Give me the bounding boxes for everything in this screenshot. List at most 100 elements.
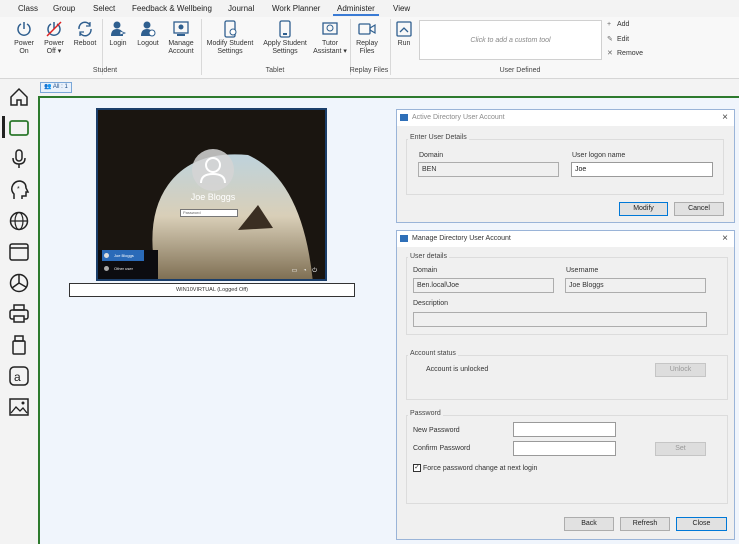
user-defined-group-label: User Defined — [499, 67, 541, 74]
manage-account-button[interactable]: Manage Account — [164, 20, 198, 56]
tab-class[interactable]: Class — [18, 4, 38, 13]
tab-feedback-wellbeing[interactable]: Feedback & Wellbeing — [132, 4, 212, 13]
modify-settings-icon — [224, 20, 237, 38]
username-label: Username — [566, 267, 599, 274]
close-icon[interactable]: × — [722, 110, 728, 126]
confirm-password-field[interactable] — [513, 441, 616, 456]
user-logon-name-field[interactable]: Joe — [571, 162, 713, 177]
tab-view[interactable]: View — [393, 4, 410, 13]
account-status-text: Account is unlocked — [426, 366, 489, 373]
thumbnail-caption: WIN10VIRTUAL (Logged Off) — [69, 283, 355, 297]
lock-screen-system-icons: ▭ ◔ ⏻ — [291, 268, 319, 274]
login-icon — [111, 21, 127, 36]
group-filter-badge[interactable]: 👥 All : 1 — [40, 82, 72, 93]
modify-student-settings-button[interactable]: Modify Student Settings — [203, 20, 257, 56]
active-directory-dialog: Active Directory User Account × Enter Us… — [396, 109, 735, 223]
active-tab-indicator — [333, 14, 379, 16]
section-heading: Account status — [408, 350, 458, 357]
run-button[interactable]: Run — [392, 20, 416, 48]
apply-student-settings-button[interactable]: Apply Student Settings — [260, 20, 310, 56]
menu-bar: Class Group Select Feedback & Wellbeing … — [0, 0, 739, 17]
description-label: Description — [413, 300, 449, 307]
apply-settings-icon — [279, 20, 291, 38]
login-button[interactable]: Login — [104, 20, 132, 48]
lock-screen-user-name: Joe Bloggs — [190, 192, 236, 202]
power-off-icon — [46, 21, 62, 37]
section-heading: Enter User Details — [408, 134, 469, 141]
tab-select[interactable]: Select — [93, 4, 115, 13]
users-icon: 👥 — [44, 84, 52, 90]
power-off-button[interactable]: Power Off ▾ — [38, 20, 70, 56]
svg-text:a: a — [14, 370, 21, 384]
tab-group[interactable]: Group — [53, 4, 75, 13]
run-icon — [396, 21, 412, 37]
student-thumbnail[interactable]: Joe Bloggs Password Joe Bloggs Other use… — [96, 108, 327, 281]
nav-selection-indicator — [2, 116, 5, 138]
head-icon[interactable]: * — [8, 179, 30, 201]
close-icon: ✕ — [607, 50, 613, 57]
force-change-label: Force password change at next login — [423, 465, 538, 472]
tab-journal[interactable]: Journal — [228, 4, 254, 13]
ribbon-divider — [390, 19, 391, 75]
remove-tool-button[interactable]: ✕ Remove — [607, 49, 643, 57]
lock-screen-password-box: Password — [180, 209, 238, 217]
manage-account-icon — [173, 21, 189, 36]
dialog-app-icon — [400, 114, 408, 121]
printer-icon[interactable] — [8, 303, 30, 325]
dialog-app-icon — [400, 235, 408, 242]
pencil-icon: ✎ — [607, 36, 613, 43]
avatar — [104, 253, 109, 258]
domain-label: Domain — [419, 152, 444, 159]
user-avatar — [192, 149, 234, 191]
power-icon — [17, 22, 31, 36]
globe-icon[interactable] — [8, 210, 30, 232]
replay-icon — [358, 23, 376, 35]
user-logon-name-label: User logon name — [572, 152, 626, 159]
section-heading: Password — [408, 410, 443, 417]
tutor-assistant-button[interactable]: Tutor Assistant ▾ — [311, 20, 349, 56]
add-tool-button[interactable]: + Add — [607, 21, 629, 28]
screen-icon[interactable] — [8, 117, 30, 139]
edit-tool-button[interactable]: ✎ Edit — [607, 35, 629, 43]
logout-button[interactable]: Logout — [134, 20, 162, 48]
tablet-group-label: Tablet — [265, 67, 285, 74]
pie-chart-icon[interactable] — [8, 272, 30, 294]
domain-field: Ben.local\Joe — [413, 278, 554, 293]
tutor-assistant-icon — [322, 22, 338, 35]
custom-tool-slot[interactable]: Click to add a custom tool — [419, 20, 602, 60]
reboot-button[interactable]: Reboot — [70, 20, 100, 48]
dialog-title-bar: Manage Directory User Account × — [397, 231, 734, 247]
cancel-button[interactable]: Cancel — [674, 202, 724, 216]
dialog-title-bar: Active Directory User Account × — [397, 110, 734, 126]
text-a-icon[interactable]: a — [8, 365, 30, 387]
logout-icon — [141, 21, 156, 37]
replay-files-button[interactable]: Replay Files — [352, 20, 382, 56]
set-password-button[interactable]: Set — [655, 442, 706, 456]
reboot-icon — [78, 21, 92, 37]
usb-icon[interactable] — [8, 334, 30, 356]
tab-work-planner[interactable]: Work Planner — [272, 4, 320, 13]
modify-button[interactable]: Modify — [619, 202, 668, 216]
left-nav: * a — [0, 80, 38, 544]
tab-administer[interactable]: Administer — [337, 4, 375, 13]
username-field: Joe Bloggs — [565, 278, 706, 293]
avatar — [104, 266, 109, 271]
browser-window-icon[interactable] — [8, 241, 30, 263]
new-password-field[interactable] — [513, 422, 616, 437]
account-status-group — [406, 355, 728, 400]
manage-directory-dialog: Manage Directory User Account × User det… — [396, 230, 735, 540]
microphone-icon[interactable] — [8, 148, 30, 170]
refresh-button[interactable]: Refresh — [620, 517, 670, 531]
home-icon[interactable] — [8, 86, 30, 108]
description-field — [413, 312, 707, 327]
close-icon[interactable]: × — [722, 231, 728, 247]
unlock-button[interactable]: Unlock — [655, 363, 706, 377]
plus-icon: + — [607, 21, 612, 28]
image-icon[interactable] — [8, 396, 30, 418]
power-on-button[interactable]: Power On — [8, 20, 40, 56]
ribbon-divider — [201, 19, 202, 75]
ribbon: Power On Power Off ▾ Reboot Login Logout M… — [0, 17, 739, 79]
force-change-checkbox[interactable]: ✓ — [413, 464, 421, 472]
back-button[interactable]: Back — [564, 517, 614, 531]
close-button[interactable]: Close — [676, 517, 727, 531]
